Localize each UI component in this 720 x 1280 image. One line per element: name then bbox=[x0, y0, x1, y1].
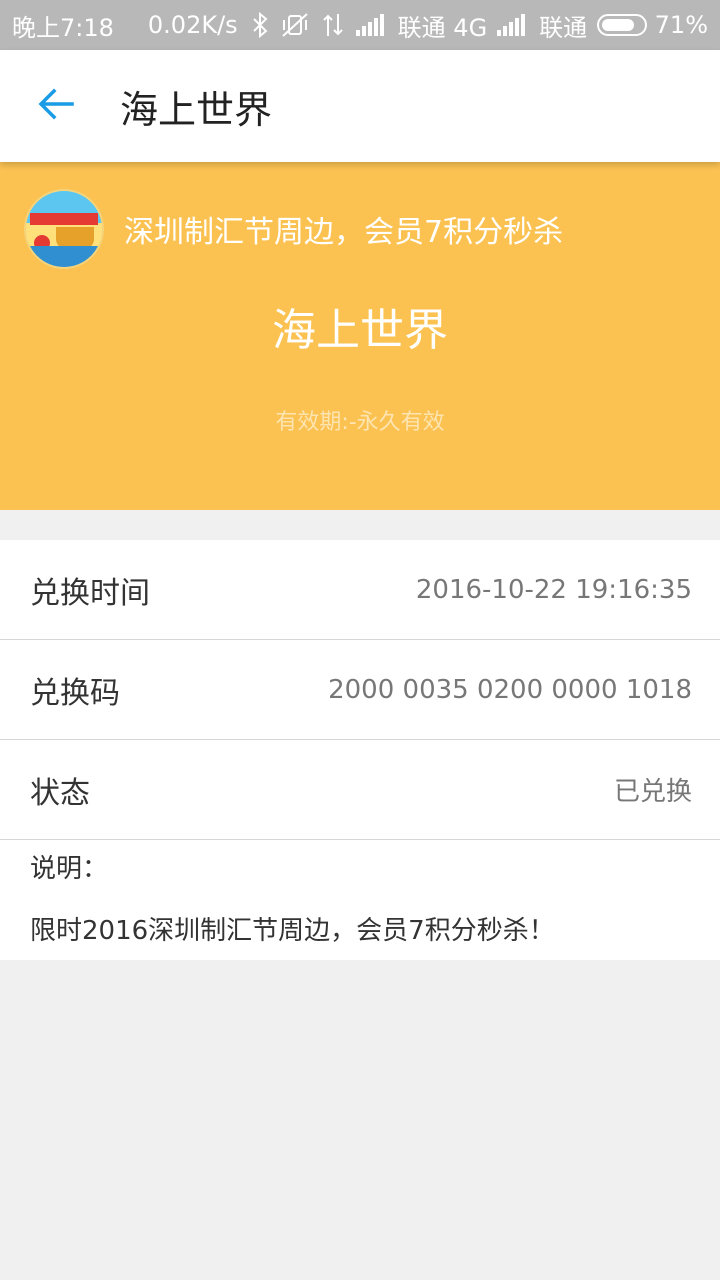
signal-icon bbox=[355, 14, 386, 36]
coupon-subtitle: 深圳制汇节周边，会员7积分秒杀 bbox=[124, 215, 564, 250]
coupon-validity: 有效期:-永久有效 bbox=[275, 410, 445, 435]
battery-level: 71% bbox=[654, 11, 708, 39]
page-title: 海上世界 bbox=[120, 87, 273, 132]
detail-value: 2000 0035 0200 0000 1018 bbox=[328, 674, 692, 705]
detail-row-redeem-time: 兑换时间 2016-10-22 19:16:35 bbox=[0, 540, 720, 640]
bluetooth-icon bbox=[252, 12, 268, 38]
coupon-title: 海上世界 bbox=[272, 305, 448, 356]
coupon-header-row: 深圳制汇节周边，会员7积分秒杀 bbox=[24, 189, 563, 269]
status-carrier-2: 联通 bbox=[539, 13, 588, 42]
battery-icon bbox=[597, 14, 647, 36]
signal-icon bbox=[497, 14, 527, 36]
status-network-speed: 0.02K/s bbox=[147, 11, 238, 39]
status-carrier-1: 联通 4G bbox=[397, 13, 488, 42]
coupon-header: 深圳制汇节周边，会员7积分秒杀 海上世界 有效期:-永久有效 bbox=[0, 162, 720, 510]
status-bar: 晚上7:18 0.02K/s 联通 4G 联通 71% bbox=[0, 0, 720, 50]
details-card: 兑换时间 2016-10-22 19:16:35 兑换码 2000 0035 0… bbox=[0, 540, 720, 960]
status-value: 已兑换 bbox=[613, 777, 692, 807]
back-button[interactable] bbox=[26, 76, 86, 136]
vibrate-off-icon bbox=[280, 12, 310, 38]
data-arrows-icon bbox=[322, 12, 344, 38]
description-section: 说明： 限时2016深圳制汇节周边，会员7积分秒杀！ bbox=[0, 840, 720, 947]
detail-value: 2016-10-22 19:16:35 bbox=[415, 574, 692, 605]
detail-label: 状态 bbox=[30, 775, 90, 811]
app-bar: 海上世界 bbox=[0, 50, 720, 162]
detail-row-status: 状态 已兑换 bbox=[0, 740, 720, 840]
status-time: 晚上7:18 bbox=[12, 13, 114, 42]
merchant-avatar bbox=[24, 189, 104, 269]
detail-row-redeem-code: 兑换码 2000 0035 0200 0000 1018 bbox=[0, 640, 720, 740]
detail-label: 兑换时间 bbox=[30, 575, 150, 611]
description-text: 限时2016深圳制汇节周边，会员7积分秒杀！ bbox=[30, 916, 555, 946]
arrow-left-icon bbox=[38, 88, 74, 124]
description-label: 说明： bbox=[30, 854, 109, 884]
detail-label: 兑换码 bbox=[30, 675, 120, 711]
